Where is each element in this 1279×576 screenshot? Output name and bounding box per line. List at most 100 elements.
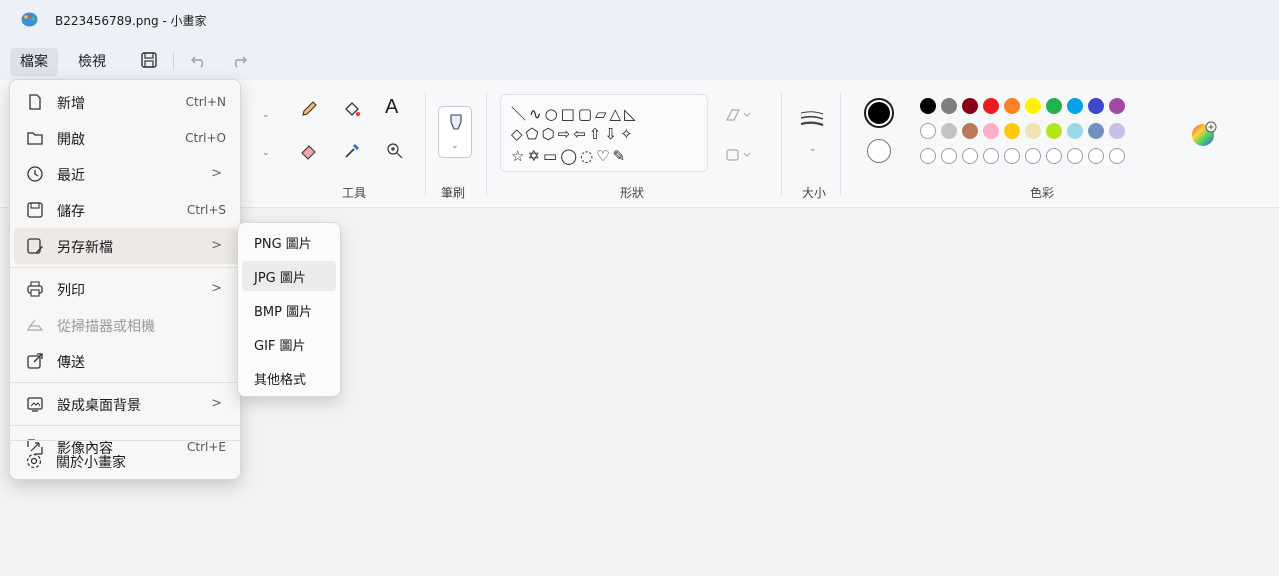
group-separator	[425, 92, 426, 196]
group-separator	[781, 92, 782, 196]
save-as-submenu: PNG 圖片 JPG 圖片 BMP 圖片 GIF 圖片 其他格式	[237, 222, 341, 397]
file-menu-item-save[interactable]: 儲存 Ctrl+S	[14, 192, 238, 228]
submenu-label: 其他格式	[254, 373, 307, 388]
title-bar: B223456789.png - 小畫家	[0, 0, 1279, 40]
file-menu-item-about[interactable]: 關於小畫家	[13, 443, 237, 479]
open-folder-icon	[27, 132, 43, 145]
brush-selector[interactable]: ⌄	[438, 106, 472, 158]
save-as-bmp[interactable]: BMP 圖片	[242, 295, 336, 325]
group-separator	[486, 92, 487, 196]
file-menu-item-save-as[interactable]: 另存新檔 >	[14, 228, 238, 264]
primary-color-swatch[interactable]	[864, 98, 894, 128]
scanner-icon	[27, 319, 44, 331]
custom-color-slot[interactable]	[1109, 148, 1125, 164]
palette-color-swatch[interactable]	[1025, 123, 1041, 139]
save-as-other[interactable]: 其他格式	[242, 363, 336, 393]
brush-icon	[450, 114, 462, 130]
palette-color-swatch[interactable]	[920, 123, 936, 139]
outline-style-icon[interactable]	[725, 106, 751, 124]
file-menu-item-print[interactable]: 列印 >	[14, 271, 238, 307]
color-wheel-icon[interactable]	[1190, 120, 1218, 148]
window-title: B223456789.png - 小畫家	[55, 14, 207, 28]
paint-palette-icon	[21, 12, 38, 27]
palette-color-swatch[interactable]	[1004, 123, 1020, 139]
tools-group-label: 工具	[342, 186, 367, 200]
menu-separator	[10, 267, 240, 268]
palette-color-swatch[interactable]	[1109, 98, 1125, 114]
shapes-gallery[interactable]: ＼∿○□▢▱△◺ ◇⬠⬡⇨⇦⇧⇩✧ ☆✡▭◯◌♡✎	[500, 94, 708, 172]
save-as-png[interactable]: PNG 圖片	[242, 227, 336, 257]
color-picker-icon[interactable]	[343, 142, 361, 160]
palette-color-swatch[interactable]	[941, 98, 957, 114]
magnifier-icon[interactable]	[386, 142, 404, 160]
custom-color-slot[interactable]	[1004, 148, 1020, 164]
text-icon[interactable]: A	[385, 96, 403, 118]
palette-color-swatch[interactable]	[941, 123, 957, 139]
file-menu-item-share[interactable]: 傳送	[14, 343, 238, 379]
chevron-down-icon[interactable]: ⌄	[809, 144, 817, 154]
palette-color-swatch[interactable]	[1088, 98, 1104, 114]
palette-color-swatch[interactable]	[1067, 123, 1083, 139]
palette-color-swatch[interactable]	[920, 98, 936, 114]
custom-color-slot[interactable]	[941, 148, 957, 164]
custom-color-slot[interactable]	[983, 148, 999, 164]
palette-color-swatch[interactable]	[1025, 98, 1041, 114]
file-menu-item-new[interactable]: 新增 Ctrl+N	[14, 84, 238, 120]
settings-gear-icon	[26, 453, 42, 469]
file-menu-item-recent[interactable]: 最近 >	[14, 156, 238, 192]
palette-color-swatch[interactable]	[962, 123, 978, 139]
redo-icon[interactable]	[230, 51, 248, 69]
fill-style-icon[interactable]	[725, 146, 751, 164]
primary-color-fill	[868, 102, 890, 124]
palette-color-swatch[interactable]	[1046, 98, 1062, 114]
custom-color-slot[interactable]	[1025, 148, 1041, 164]
clock-icon	[27, 166, 43, 182]
chevron-right-icon: >	[211, 238, 222, 253]
submenu-label: BMP 圖片	[254, 305, 313, 320]
save-icon[interactable]	[140, 51, 158, 69]
pencil-icon[interactable]	[300, 100, 318, 118]
file-menu-item-open[interactable]: 開啟 Ctrl+O	[14, 120, 238, 156]
file-menu-label: 從掃描器或相機	[57, 319, 155, 335]
shortcut-text: Ctrl+N	[185, 95, 226, 109]
shortcut-text: Ctrl+O	[185, 131, 226, 145]
fill-bucket-icon[interactable]	[343, 100, 361, 118]
palette-color-swatch[interactable]	[1109, 123, 1125, 139]
shapes-group-label: 形狀	[620, 186, 645, 200]
group-separator	[840, 92, 841, 196]
palette-color-swatch[interactable]	[1046, 123, 1062, 139]
stroke-size-icon[interactable]	[798, 108, 826, 130]
chevron-right-icon: >	[211, 166, 222, 181]
menu-tab-file[interactable]: 檔案	[10, 48, 58, 76]
palette-color-swatch[interactable]	[962, 98, 978, 114]
save-as-jpg[interactable]: JPG 圖片	[242, 261, 336, 291]
size-group-label: 大小	[802, 186, 827, 200]
secondary-color-swatch[interactable]	[867, 139, 891, 163]
menu-tab-view[interactable]: 檢視	[68, 48, 116, 76]
file-menu-label: 關於小畫家	[56, 455, 126, 471]
printer-icon	[27, 281, 43, 297]
custom-color-slot[interactable]	[1088, 148, 1104, 164]
shapes-row[interactable]: ☆✡▭◯◌♡✎	[511, 147, 628, 165]
palette-color-swatch[interactable]	[983, 123, 999, 139]
chevron-down-icon[interactable]: ⌄	[262, 110, 270, 120]
chevron-down-icon[interactable]: ⌄	[262, 148, 270, 158]
file-menu: 新增 Ctrl+N 開啟 Ctrl+O 最近 > 儲存 Ctrl+S 另存新檔 …	[9, 79, 241, 480]
shapes-row[interactable]: ＼∿○□▢▱△◺	[511, 103, 639, 124]
undo-icon[interactable]	[190, 51, 208, 69]
eraser-icon[interactable]	[300, 142, 318, 160]
chevron-right-icon: >	[211, 281, 222, 296]
custom-color-slot[interactable]	[1046, 148, 1062, 164]
palette-color-swatch[interactable]	[1088, 123, 1104, 139]
custom-color-slot[interactable]	[962, 148, 978, 164]
palette-color-swatch[interactable]	[1067, 98, 1083, 114]
save-as-gif[interactable]: GIF 圖片	[242, 329, 336, 359]
file-menu-label: 新增	[57, 96, 85, 112]
menu-bar: 檔案 檢視	[0, 40, 1279, 80]
custom-color-slot[interactable]	[1067, 148, 1083, 164]
brushes-group-label: 筆刷	[441, 186, 466, 200]
shapes-row[interactable]: ◇⬠⬡⇨⇦⇧⇩✧	[511, 125, 636, 143]
custom-color-slot[interactable]	[920, 148, 936, 164]
palette-color-swatch[interactable]	[1004, 98, 1020, 114]
palette-color-swatch[interactable]	[983, 98, 999, 114]
